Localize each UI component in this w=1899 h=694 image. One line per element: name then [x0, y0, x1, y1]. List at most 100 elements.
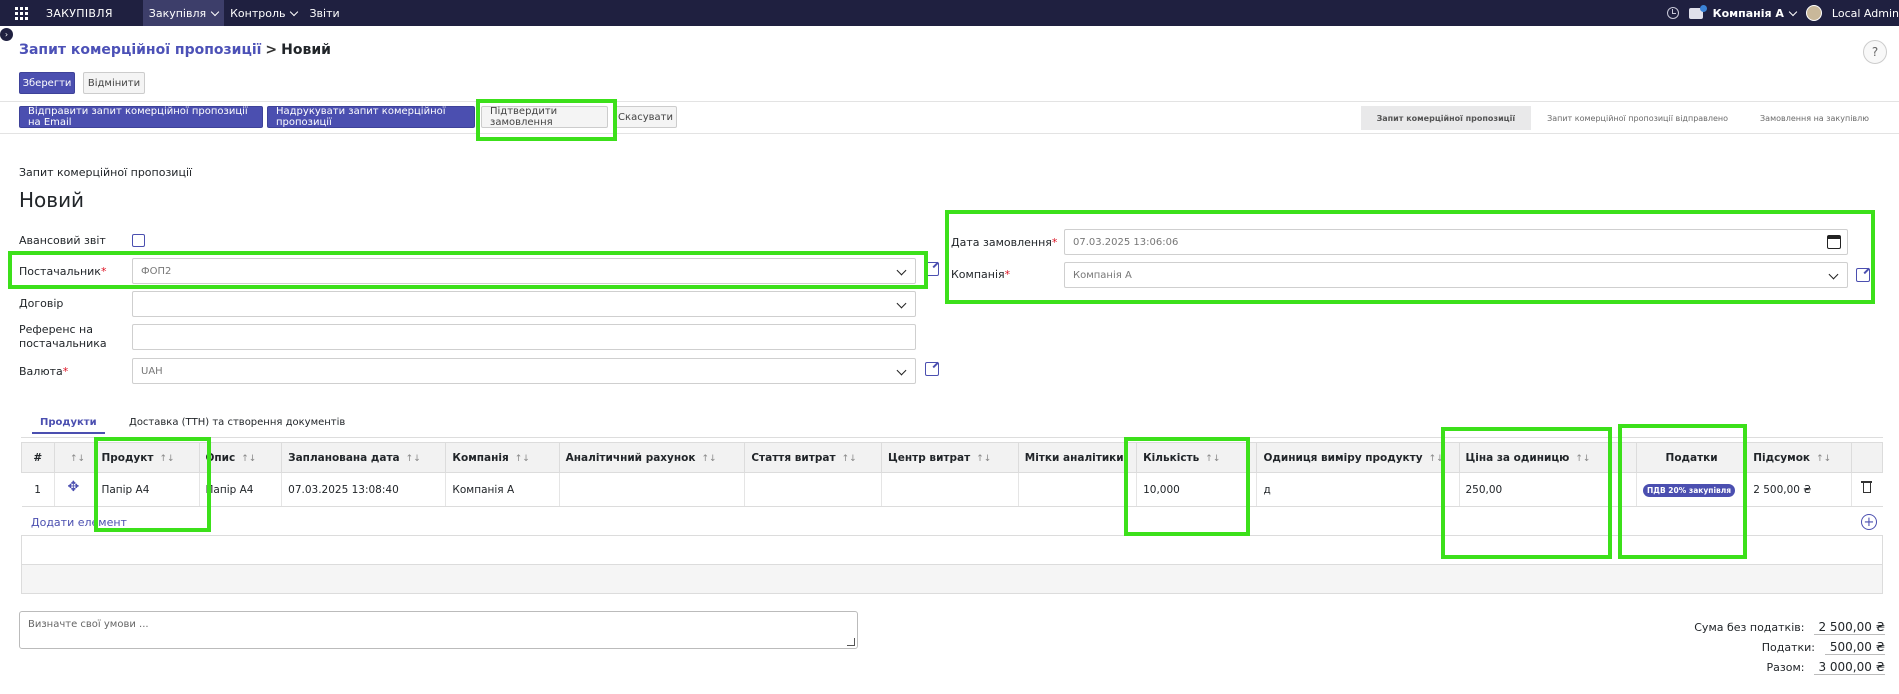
terms-textarea[interactable]: Визначте свої умови ...: [19, 611, 858, 649]
col-uom[interactable]: Одиниця виміру продукту ↑↓: [1256, 442, 1460, 473]
company-switcher-label: Компанія А: [1712, 6, 1784, 20]
drag-handle[interactable]: [53, 472, 95, 507]
sort-icon: ↑↓: [976, 453, 992, 464]
chevron-down-icon: [896, 298, 907, 309]
highlight-confirm-order: [476, 99, 617, 141]
currency-label: Валюта*: [19, 365, 68, 378]
highlight-vendor: [8, 251, 928, 289]
highlight-taxes: [1618, 424, 1747, 559]
add-circle-icon[interactable]: +: [1861, 514, 1877, 530]
breadcrumb: Запит комерційної пропозиції > Новий: [19, 42, 331, 58]
col-company[interactable]: Компанія ↑↓: [445, 442, 560, 473]
tab-products[interactable]: Продукти: [32, 413, 105, 434]
company-switcher[interactable]: Компанія А: [1712, 6, 1798, 20]
external-link-icon[interactable]: [925, 362, 939, 376]
divider: [0, 133, 1899, 134]
chat-icon[interactable]: [1688, 4, 1707, 19]
highlight-quantity: [1124, 437, 1250, 536]
sort-icon: ↑↓: [405, 453, 421, 464]
sort-icon: ↑↓: [701, 453, 717, 464]
contract-select[interactable]: [132, 291, 916, 317]
cell-expense-item[interactable]: [744, 472, 882, 507]
col-handle[interactable]: ↑↓: [53, 442, 96, 473]
total-taxes-value: 500,00 ₴: [1825, 640, 1885, 655]
cell-delete[interactable]: [1851, 472, 1883, 507]
divider: [0, 101, 1899, 102]
user-name[interactable]: Local Admin: [1832, 7, 1899, 20]
total-untaxed-value: 2 500,00 ₴: [1814, 620, 1885, 635]
help-button[interactable]: ?: [1863, 40, 1887, 64]
totals-block: Сума без податків: 2 500,00 ₴ Податки: 500…: [1694, 617, 1885, 677]
col-analytic-tags: Мітки аналітики: [1017, 442, 1138, 473]
cell-uom[interactable]: д: [1256, 472, 1459, 507]
stage-rfq[interactable]: Запит комерційної пропозиції: [1360, 106, 1532, 130]
chevron-down-icon: [210, 7, 220, 16]
chevron-right-icon[interactable]: ›: [0, 28, 13, 41]
total-grand-row: Разом: 3 000,00 ₴: [1694, 657, 1885, 677]
col-analytic-account[interactable]: Аналітичний рахунок ↑↓: [558, 442, 746, 473]
menu-reports[interactable]: Звіти: [303, 0, 345, 26]
col-description[interactable]: Опис ↑↓: [198, 442, 283, 473]
col-expense-item[interactable]: Стаття витрат ↑↓: [744, 442, 883, 473]
stage-purchase-order[interactable]: Замовлення на закупівлю: [1744, 106, 1885, 130]
col-actions: [1851, 442, 1883, 473]
sort-icon: ↑↓: [841, 453, 857, 464]
col-planned-date-label: Запланована дата: [288, 451, 400, 464]
highlight-product: [94, 437, 211, 532]
app-brand[interactable]: ЗАКУПІВЛЯ: [46, 7, 113, 20]
highlight-unit-price: [1441, 427, 1612, 559]
resize-grip-icon[interactable]: [847, 638, 855, 646]
menu-control-label: Контроль: [230, 6, 286, 20]
vendor-ref-input[interactable]: [132, 324, 916, 350]
cell-planned-date[interactable]: 07.03.2025 13:08:40: [281, 472, 446, 507]
col-subtotal[interactable]: Підсумок ↑↓: [1746, 442, 1853, 473]
send-email-button[interactable]: Відправити запит комерційної пропозиції …: [19, 106, 263, 128]
col-cost-center[interactable]: Центр витрат ↑↓: [881, 442, 1019, 473]
record-title: Новий: [19, 188, 85, 212]
print-rfq-button[interactable]: Надрукувати запит комерційної пропозиції: [267, 106, 475, 128]
move-icon[interactable]: [68, 479, 81, 495]
breadcrumb-current: Новий: [281, 42, 331, 58]
sort-icon: ↑↓: [514, 453, 530, 464]
menu-control[interactable]: Контроль: [224, 0, 303, 26]
discard-button[interactable]: Відмінити: [83, 72, 145, 94]
col-analytic-account-label: Аналітичний рахунок: [565, 451, 696, 464]
advance-report-checkbox[interactable]: [132, 234, 145, 247]
required-mark: *: [62, 365, 69, 378]
stage-rfq-sent[interactable]: Запит комерційної пропозиції відправлено: [1531, 106, 1744, 130]
row-number: 1: [21, 472, 55, 507]
cancel-button[interactable]: Скасувати: [614, 106, 677, 128]
chevron-down-icon: [290, 7, 299, 16]
currency-select[interactable]: UAH: [132, 358, 916, 384]
cell-company[interactable]: Компанія А: [445, 472, 560, 507]
menu-purchase-label: Закупівля: [148, 6, 207, 20]
apps-grid-icon[interactable]: [8, 0, 34, 26]
top-menu: Закупівля Контроль Звіти: [142, 0, 346, 26]
cell-analytic-account[interactable]: [558, 472, 745, 507]
cell-description[interactable]: Папір А4: [198, 472, 282, 507]
breadcrumb-parent[interactable]: Запит комерційної пропозиції: [19, 42, 261, 58]
trash-icon[interactable]: [1861, 481, 1873, 493]
empty-row: [21, 565, 1883, 594]
col-uom-label: Одиниця виміру продукту: [1263, 451, 1423, 464]
total-taxes-label: Податки:: [1761, 640, 1815, 654]
chevron-down-icon: [896, 365, 907, 376]
cell-analytic-tags[interactable]: [1017, 472, 1137, 507]
contract-label: Договір: [19, 297, 64, 310]
menu-purchase[interactable]: Закупівля: [142, 0, 225, 26]
save-button[interactable]: Зберегти: [19, 72, 75, 94]
total-taxes-row: Податки: 500,00 ₴: [1694, 637, 1885, 657]
cell-cost-center[interactable]: [881, 472, 1019, 507]
col-planned-date[interactable]: Запланована дата ↑↓: [281, 442, 447, 473]
col-expense-item-label: Стаття витрат: [751, 451, 836, 464]
total-untaxed-row: Сума без податків: 2 500,00 ₴: [1694, 617, 1885, 637]
currency-value: UAH: [141, 365, 163, 377]
tab-delivery[interactable]: Доставка (ТТН) та створення документів: [121, 413, 353, 432]
col-company-label: Компанія: [452, 451, 509, 464]
total-grand-value: 3 000,00 ₴: [1814, 660, 1885, 675]
avatar[interactable]: [1805, 5, 1822, 21]
sort-icon: ↑↓: [241, 453, 257, 464]
clock-icon[interactable]: [1666, 7, 1679, 19]
breadcrumb-separator: >: [265, 42, 278, 58]
highlight-date-company: [945, 210, 1875, 304]
